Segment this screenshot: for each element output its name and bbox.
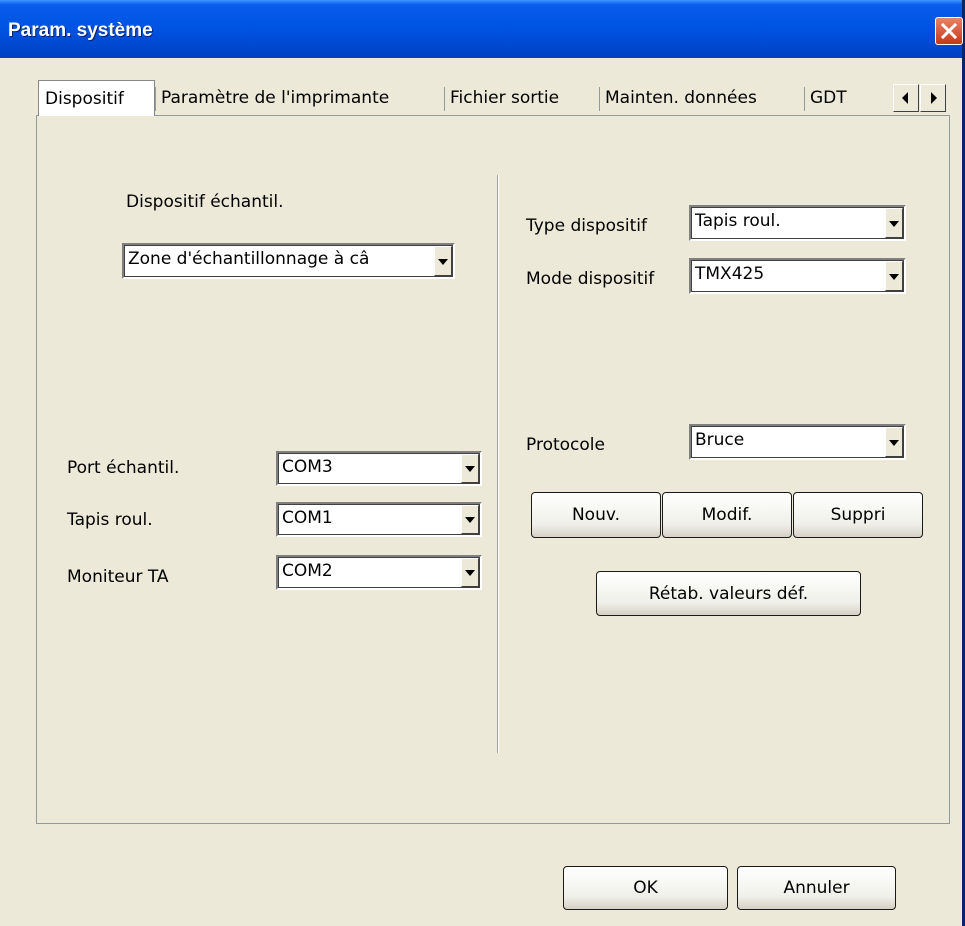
device-type-select[interactable]: Tapis roul. <box>689 205 906 241</box>
device-mode-dropdown-button[interactable] <box>885 261 903 291</box>
sample-device-value: Zone d'échantillonnage à câ <box>128 249 370 269</box>
window-title: Param. système <box>8 20 153 41</box>
tab-printer-settings[interactable]: Paramètre de l'imprimante <box>155 82 444 114</box>
chevron-down-icon <box>889 440 899 446</box>
tab-scroll-right-button[interactable] <box>920 84 946 112</box>
chevron-down-icon <box>465 570 475 576</box>
chevron-down-icon <box>465 466 475 472</box>
system-settings-dialog: Param. système Dispositif Paramètre de l… <box>0 0 965 926</box>
ok-button[interactable]: OK <box>563 866 728 910</box>
sample-port-dropdown-button[interactable] <box>461 454 479 483</box>
tab-gdt[interactable]: GDT <box>804 82 884 114</box>
chevron-down-icon <box>889 274 899 280</box>
bp-monitor-port-select[interactable]: COM2 <box>276 555 482 590</box>
tab-scroll-left-button[interactable] <box>893 84 919 112</box>
tab-scroll-arrows <box>893 84 947 112</box>
device-type-label: Type dispositif <box>526 216 647 236</box>
bp-monitor-port-label: Moniteur TA <box>67 567 169 587</box>
protocol-label: Protocole <box>526 435 605 455</box>
modify-protocol-button[interactable]: Modif. <box>662 492 792 538</box>
device-mode-value: TMX425 <box>695 264 765 284</box>
treadmill-port-select[interactable]: COM1 <box>276 502 482 537</box>
chevron-down-icon <box>889 221 899 227</box>
section-divider <box>497 175 499 753</box>
tab-dispositif[interactable]: Dispositif <box>38 80 155 116</box>
close-button[interactable] <box>935 17 963 45</box>
treadmill-port-label: Tapis roul. <box>67 510 153 530</box>
sample-device-dropdown-button[interactable] <box>434 246 452 276</box>
new-protocol-button[interactable]: Nouv. <box>531 492 661 538</box>
tab-data-maintenance[interactable]: Mainten. données <box>599 82 804 114</box>
close-icon <box>940 22 958 40</box>
treadmill-port-dropdown-button[interactable] <box>461 505 479 534</box>
chevron-down-icon <box>465 517 475 523</box>
sample-device-select[interactable]: Zone d'échantillonnage à câ <box>122 243 455 279</box>
tab-output-file[interactable]: Fichier sortie <box>444 82 599 114</box>
delete-protocol-button[interactable]: Suppri <box>793 492 923 538</box>
device-mode-select[interactable]: TMX425 <box>689 258 906 294</box>
arrow-right-icon <box>931 92 937 104</box>
treadmill-port-value: COM1 <box>282 508 333 528</box>
chevron-down-icon <box>438 259 448 265</box>
sample-device-label: Dispositif échantil. <box>126 192 284 212</box>
device-mode-label: Mode dispositif <box>526 269 655 289</box>
sample-port-select[interactable]: COM3 <box>276 451 482 486</box>
protocol-select[interactable]: Bruce <box>689 424 906 460</box>
protocol-value: Bruce <box>695 430 745 450</box>
device-type-dropdown-button[interactable] <box>885 208 903 238</box>
arrow-left-icon <box>902 92 908 104</box>
bp-monitor-port-value: COM2 <box>282 561 333 581</box>
sample-port-label: Port échantil. <box>67 458 180 478</box>
title-bar[interactable]: Param. système <box>0 0 963 58</box>
device-type-value: Tapis roul. <box>695 211 781 231</box>
sample-port-value: COM3 <box>282 457 333 477</box>
protocol-dropdown-button[interactable] <box>885 427 903 457</box>
bp-monitor-port-dropdown-button[interactable] <box>461 558 479 587</box>
cancel-button[interactable]: Annuler <box>737 866 896 910</box>
restore-defaults-button[interactable]: Rétab. valeurs déf. <box>596 571 861 616</box>
